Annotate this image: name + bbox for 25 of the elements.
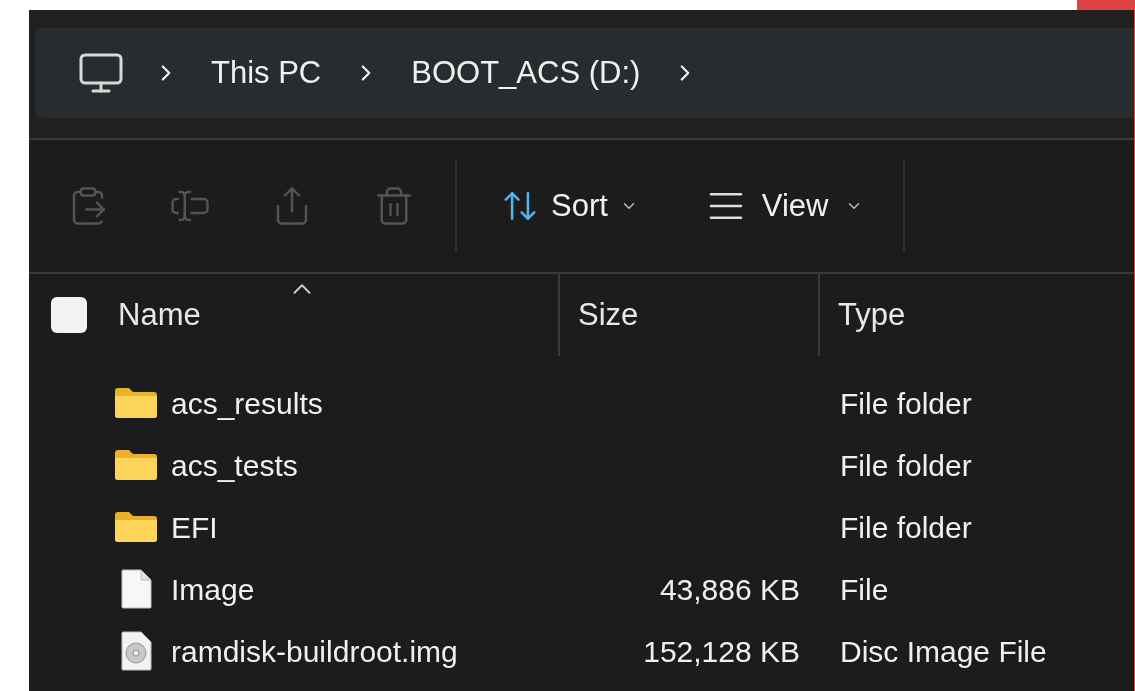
select-all-checkbox[interactable]: [51, 297, 87, 333]
sort-button[interactable]: Sort: [501, 182, 638, 230]
file-type: Disc Image File: [840, 634, 1047, 668]
file-size: 152,128 KB: [643, 634, 800, 668]
view-button[interactable]: View: [705, 182, 863, 230]
folder-icon: [113, 387, 159, 419]
file-size: 43,886 KB: [659, 572, 800, 606]
folder-icon: [113, 449, 159, 481]
folder-icon: [113, 511, 159, 543]
breadcrumb-item[interactable]: This PC: [207, 49, 326, 97]
file-type: File folder: [840, 510, 972, 544]
file-name[interactable]: Image: [171, 566, 255, 612]
column-header[interactable]: Type: [838, 291, 906, 339]
file-icon: [119, 569, 153, 609]
file-type: File folder: [840, 386, 972, 420]
file-name[interactable]: ramdisk-buildroot.img: [171, 628, 458, 674]
breadcrumb-item[interactable]: BOOT_ACS (D:): [407, 49, 645, 97]
file-name[interactable]: EFI: [171, 504, 218, 550]
file-type: File folder: [840, 448, 972, 482]
column-header[interactable]: Name: [118, 291, 201, 339]
file-name[interactable]: acs_tests: [171, 442, 298, 488]
disc-image-file-icon: [119, 631, 153, 671]
file-name[interactable]: acs_results: [171, 380, 323, 426]
column-header[interactable]: Size: [578, 291, 639, 339]
file-type: File: [840, 572, 889, 606]
